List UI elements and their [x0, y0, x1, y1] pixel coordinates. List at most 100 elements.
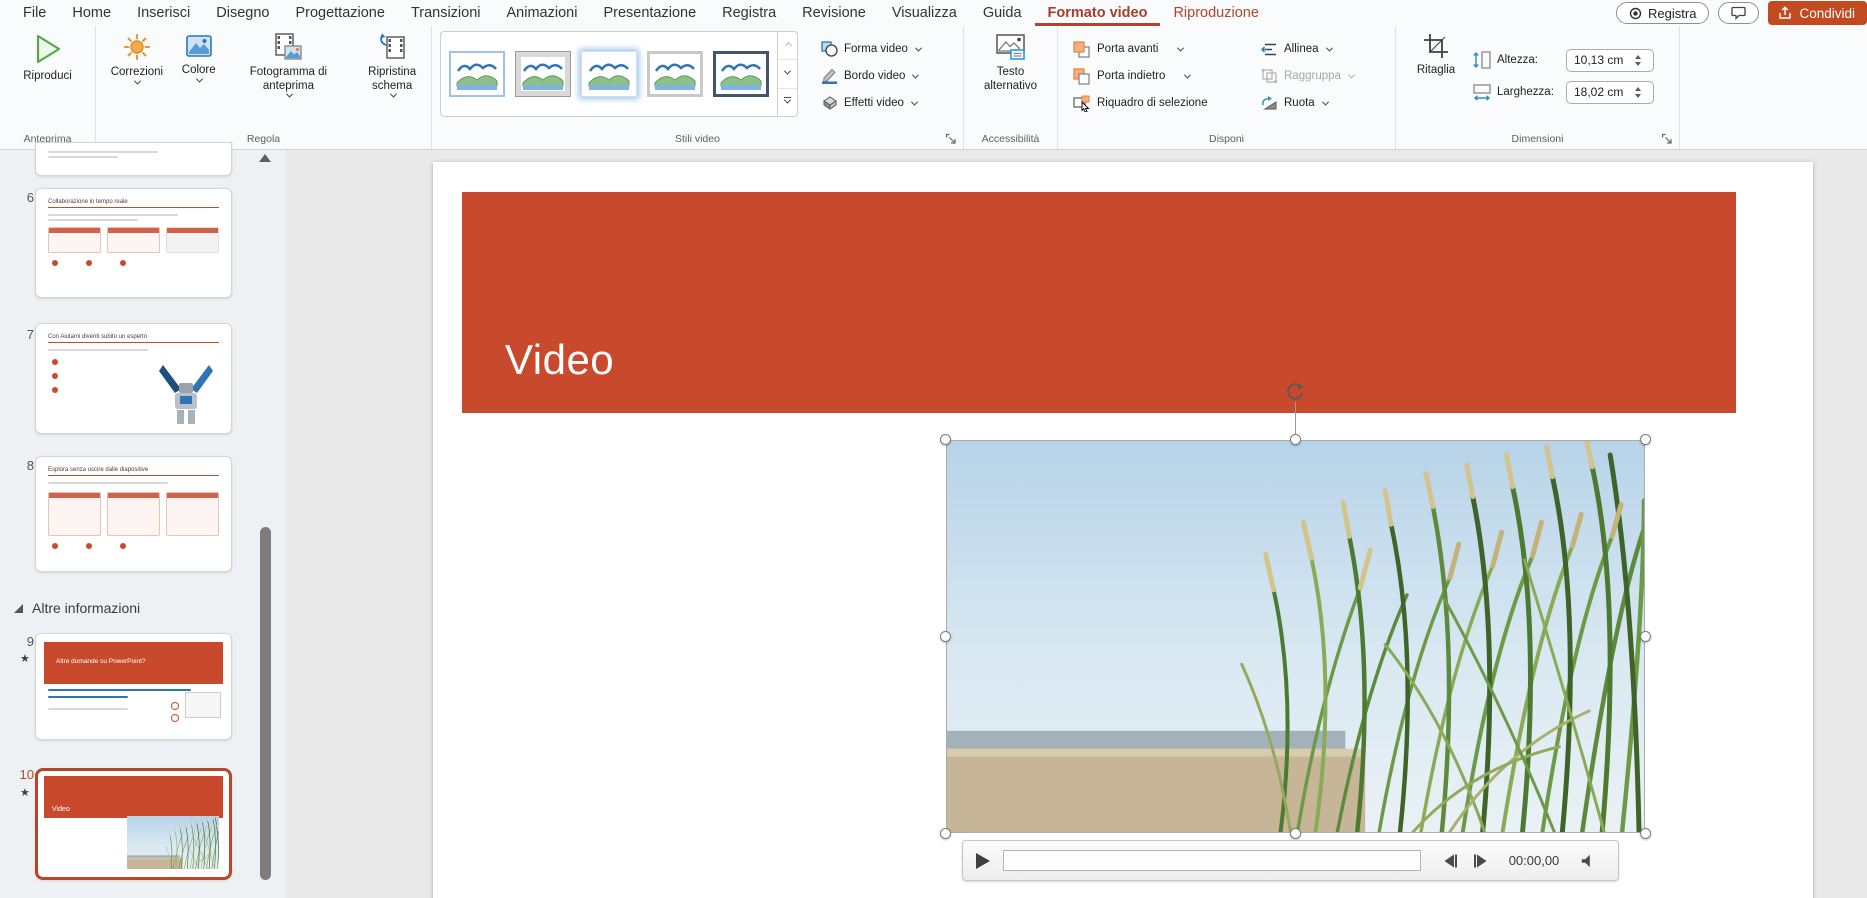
tab-registra[interactable]: Registra — [709, 0, 789, 26]
gallery-scroll-down-button[interactable] — [778, 60, 797, 88]
align-button[interactable]: Allinea — [1256, 36, 1384, 62]
video-border-icon — [821, 68, 838, 84]
video-effects-button[interactable]: Effetti video — [816, 90, 926, 116]
video-progress-track[interactable] — [1003, 850, 1421, 871]
slide-thumbnail-8[interactable]: Esplora senza uscire dalle diapositive — [35, 456, 232, 572]
poster-frame-button[interactable]: Fotogramma di anteprima — [228, 26, 350, 126]
tab-disegno[interactable]: Disegno — [203, 0, 282, 26]
height-row: Altezza: — [1472, 49, 1654, 72]
resize-handle-top-right[interactable] — [1640, 434, 1651, 445]
slide-thumbnail-5-partial[interactable] — [35, 142, 232, 176]
resize-handle-middle-left[interactable] — [940, 631, 951, 642]
resize-handle-middle-right[interactable] — [1640, 631, 1651, 642]
height-spinner[interactable] — [1629, 55, 1647, 66]
chevron-up-icon — [785, 42, 792, 49]
video-time-display: 00:00,00 — [1495, 853, 1573, 868]
video-shape-button[interactable]: Forma video — [816, 36, 926, 62]
group-objects-button[interactable]: Raggruppa — [1256, 63, 1384, 89]
video-style-thumb-2[interactable] — [515, 51, 571, 97]
scrollbar-thumb[interactable] — [260, 527, 271, 880]
color-button[interactable]: Colore — [174, 26, 224, 126]
align-icon — [1261, 42, 1278, 57]
resize-handle-top-center[interactable] — [1290, 434, 1301, 445]
selection-pane-button[interactable]: Riquadro di selezione — [1068, 90, 1256, 116]
width-input[interactable] — [1567, 85, 1629, 99]
gallery-scroll-up-button[interactable] — [778, 32, 797, 60]
height-input[interactable] — [1567, 53, 1629, 67]
video-style-thumb-5[interactable] — [713, 51, 769, 97]
poster-frame-label: Fotogramma di anteprima — [233, 66, 343, 93]
comments-button[interactable] — [1718, 2, 1759, 24]
titlebar-actions: Registra Condividi — [1616, 0, 1867, 26]
video-style-thumb-1[interactable] — [449, 51, 505, 97]
width-spinner[interactable] — [1629, 87, 1647, 98]
rotation-handle[interactable] — [1284, 382, 1306, 404]
video-frame[interactable] — [946, 440, 1645, 833]
spinner-up-icon — [1635, 87, 1641, 91]
slide-thumbnail-7[interactable]: Con Aiutami diventi subito un esperto — [35, 323, 232, 434]
bring-forward-button[interactable]: Porta avanti — [1068, 36, 1256, 62]
reset-design-button[interactable]: Ripristina schema — [353, 26, 431, 126]
tab-home[interactable]: Home — [59, 0, 124, 26]
corrections-button[interactable]: Correzioni — [104, 26, 170, 126]
ribbon: Riproduci Anteprima Correzioni — [0, 26, 1867, 150]
tab-progettazione[interactable]: Progettazione — [282, 0, 397, 26]
video-shape-icon — [821, 41, 838, 57]
chevron-down-icon — [1322, 98, 1329, 105]
animation-star-icon: ★ — [20, 786, 30, 799]
tab-formato-video[interactable]: Formato video — [1035, 0, 1161, 26]
send-backward-label: Porta indietro — [1097, 70, 1165, 82]
rotate-button[interactable]: Ruota — [1256, 90, 1384, 116]
chevron-down-icon — [784, 68, 791, 75]
video-play-button[interactable] — [963, 852, 1003, 870]
slide-title-banner[interactable]: Video — [462, 192, 1736, 413]
share-button[interactable]: Condividi — [1768, 1, 1867, 25]
record-button[interactable]: Registra — [1616, 2, 1709, 24]
tab-revisione[interactable]: Revisione — [789, 0, 879, 26]
tab-file[interactable]: File — [10, 0, 59, 26]
alt-text-button[interactable]: Testo alternativo — [969, 26, 1053, 126]
selection-pane-icon — [1073, 95, 1091, 112]
share-icon — [1778, 6, 1792, 20]
video-style-thumb-3[interactable] — [581, 51, 637, 97]
tab-guida[interactable]: Guida — [970, 0, 1035, 26]
thumbnail-scrollbar[interactable] — [256, 150, 276, 898]
slide-number-6: 6 — [10, 190, 34, 205]
video-options-column: Forma video Bordo video Effetti video — [806, 26, 926, 126]
resize-handle-top-left[interactable] — [940, 434, 951, 445]
slide-thumbnail-6[interactable]: Collaborazione in tempo reale — [35, 188, 232, 298]
slide-thumbnail-9[interactable]: Altre domande su PowerPoint? — [35, 633, 232, 740]
group-accessibilita: Testo alternativo Accessibilità — [964, 26, 1058, 149]
gallery-more-button[interactable] — [778, 89, 797, 116]
slide-title-text[interactable]: Video — [505, 336, 614, 384]
tab-riproduzione[interactable]: Riproduzione — [1160, 0, 1271, 26]
group-anteprima: Riproduci Anteprima — [0, 26, 96, 149]
crop-button[interactable]: Ritaglia — [1406, 26, 1466, 126]
section-collapse-icon — [14, 604, 23, 613]
resize-handle-bottom-center[interactable] — [1290, 828, 1301, 839]
section-header-altre-informazioni[interactable]: Altre informazioni — [14, 600, 140, 616]
play-preview-button[interactable]: Riproduci — [23, 26, 72, 126]
slide-thumbnail-10-selected[interactable]: Video — [35, 768, 232, 880]
selected-video-object[interactable] — [946, 440, 1645, 833]
video-style-thumb-4[interactable] — [647, 51, 703, 97]
next-frame-button[interactable] — [1465, 853, 1495, 869]
tab-transizioni[interactable]: Transizioni — [398, 0, 494, 26]
mute-button[interactable] — [1573, 853, 1603, 869]
tab-presentazione[interactable]: Presentazione — [590, 0, 709, 26]
chevron-down-icon — [1184, 71, 1191, 78]
scrollbar-up-icon[interactable] — [259, 154, 271, 162]
alt-text-label: Testo alternativo — [973, 66, 1049, 93]
video-border-button[interactable]: Bordo video — [816, 63, 926, 89]
resize-handle-bottom-right[interactable] — [1640, 828, 1651, 839]
resize-handle-bottom-left[interactable] — [940, 828, 951, 839]
tab-visualizza[interactable]: Visualizza — [879, 0, 970, 26]
send-backward-button[interactable]: Porta indietro — [1068, 63, 1256, 89]
tab-inserisci[interactable]: Inserisci — [124, 0, 203, 26]
rotation-handle-line — [1295, 402, 1296, 436]
group-regola: Correzioni Colore — [96, 26, 432, 149]
speaker-icon — [1580, 853, 1596, 869]
previous-frame-button[interactable] — [1435, 853, 1465, 869]
poster-frame-icon — [273, 33, 303, 61]
tab-animazioni[interactable]: Animazioni — [494, 0, 591, 26]
